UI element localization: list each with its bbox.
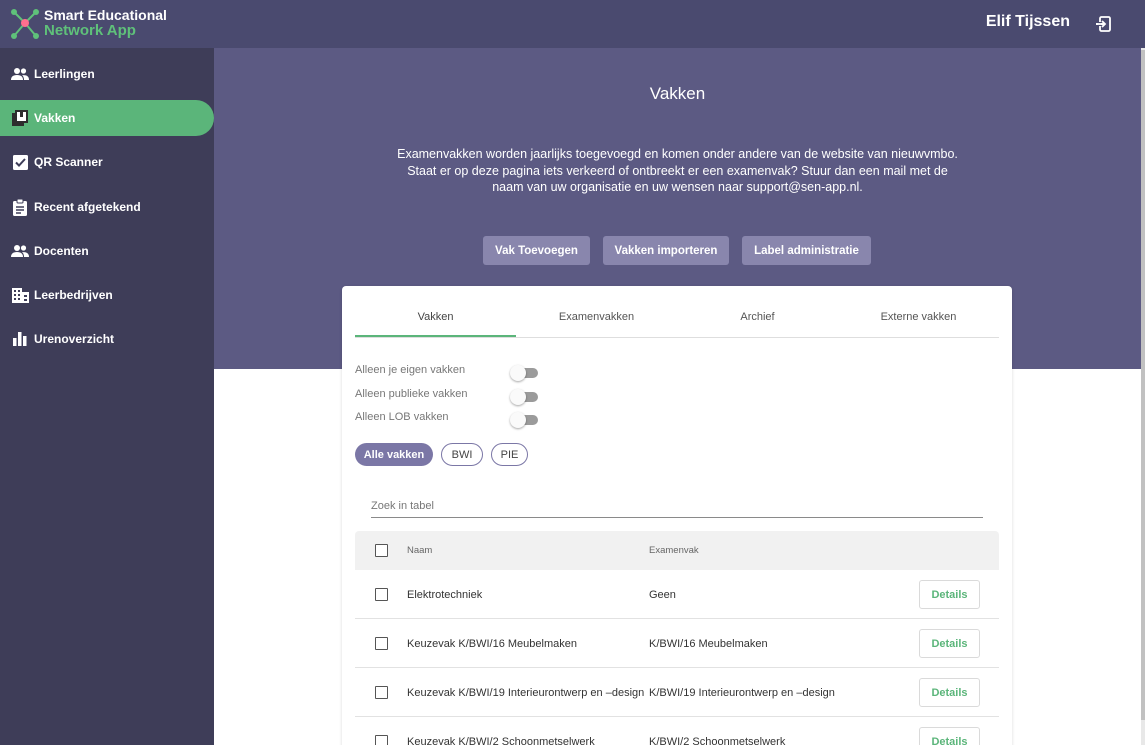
vakken-importeren-button[interactable]: Vakken importeren bbox=[603, 236, 729, 265]
sidebar: Leerlingen Vakken QR Scanner Recent afge… bbox=[0, 48, 214, 745]
sidebar-item-label: Vakken bbox=[34, 111, 76, 125]
row-checkbox[interactable] bbox=[375, 637, 388, 650]
cell-naam: Keuzevak K/BWI/16 Meubelmaken bbox=[407, 638, 577, 650]
sidebar-item-label: Docenten bbox=[34, 244, 89, 258]
search-input[interactable]: Zoek in tabel bbox=[371, 498, 983, 518]
vakken-card: Vakken Examenvakken Archief Externe vakk… bbox=[342, 286, 1012, 745]
row-checkbox[interactable] bbox=[375, 588, 388, 601]
people-icon bbox=[11, 242, 29, 260]
column-header-examenvak[interactable]: Examenvak bbox=[649, 545, 699, 556]
chip-alle-vakken[interactable]: Alle vakken bbox=[355, 443, 433, 466]
chip-bwi[interactable]: BWI bbox=[441, 443, 483, 466]
sidebar-item-docenten[interactable]: Docenten bbox=[0, 233, 214, 269]
sidebar-item-label: Leerlingen bbox=[34, 67, 95, 81]
app-title: Smart Educational Network App bbox=[44, 7, 167, 39]
details-button[interactable]: Details bbox=[919, 580, 980, 609]
user-name: Elif Tijssen bbox=[985, 13, 1070, 30]
cell-examenvak: K/BWI/2 Schoonmetselwerk bbox=[649, 736, 786, 745]
table-header: Naam Examenvak bbox=[355, 531, 999, 570]
table-row: Keuzevak K/BWI/19 Interieurontwerp en –d… bbox=[355, 668, 999, 717]
cell-examenvak: K/BWI/16 Meubelmaken bbox=[649, 638, 768, 650]
filter-publieke-vakken: Alleen publieke vakken bbox=[355, 388, 468, 400]
sidebar-item-leerbedrijven[interactable]: Leerbedrijven bbox=[0, 277, 214, 313]
row-checkbox[interactable] bbox=[375, 686, 388, 699]
sidebar-item-qr-scanner[interactable]: QR Scanner bbox=[0, 144, 214, 180]
details-button[interactable]: Details bbox=[919, 727, 980, 745]
scrollbar-thumb[interactable] bbox=[1141, 50, 1145, 720]
cell-examenvak: Geen bbox=[649, 589, 676, 601]
bar-chart-icon bbox=[11, 330, 29, 348]
filter-label: Alleen LOB vakken bbox=[355, 411, 449, 423]
sidebar-item-urenoverzicht[interactable]: Urenoverzicht bbox=[0, 321, 214, 357]
publieke-vakken-toggle[interactable] bbox=[510, 389, 538, 405]
network-logo-icon bbox=[11, 9, 39, 39]
table-row: Keuzevak K/BWI/16 Meubelmaken K/BWI/16 M… bbox=[355, 619, 999, 668]
app-title-line2: Network App bbox=[44, 22, 136, 39]
label-administratie-button[interactable]: Label administratie bbox=[742, 236, 871, 265]
tab-archief[interactable]: Archief bbox=[677, 304, 838, 337]
details-button[interactable]: Details bbox=[919, 629, 980, 658]
details-button[interactable]: Details bbox=[919, 678, 980, 707]
filter-label: Alleen publieke vakken bbox=[355, 388, 468, 400]
select-all-checkbox[interactable] bbox=[375, 544, 388, 557]
cell-naam: Keuzevak K/BWI/19 Interieurontwerp en –d… bbox=[407, 687, 645, 699]
table-row: Elektrotechniek Geen Details bbox=[355, 570, 999, 619]
clipboard-icon bbox=[11, 198, 29, 216]
tab-externe-vakken[interactable]: Externe vakken bbox=[838, 304, 999, 337]
row-checkbox[interactable] bbox=[375, 735, 388, 745]
sidebar-item-leerlingen[interactable]: Leerlingen bbox=[0, 56, 214, 92]
filter-label: Alleen je eigen vakken bbox=[355, 364, 466, 376]
checklist-icon bbox=[11, 153, 29, 171]
sidebar-item-label: QR Scanner bbox=[34, 155, 103, 169]
app-title-line1: Smart Educational bbox=[44, 7, 167, 23]
filter-eigen-vakken: Alleen je eigen vakken bbox=[355, 364, 465, 376]
cell-naam: Keuzevak K/BWI/2 Schoonmetselwerk bbox=[407, 736, 595, 745]
sidebar-item-label: Urenoverzicht bbox=[34, 332, 115, 346]
page-title: Vakken bbox=[649, 84, 706, 103]
column-header-naam[interactable]: Naam bbox=[407, 545, 432, 556]
logout-icon[interactable] bbox=[1094, 14, 1114, 34]
tab-vakken[interactable]: Vakken bbox=[355, 304, 516, 337]
sidebar-item-label: Recent afgetekend bbox=[34, 200, 141, 214]
cell-naam: Elektrotechniek bbox=[407, 589, 483, 601]
lob-vakken-toggle[interactable] bbox=[510, 412, 538, 428]
vak-toevoegen-button[interactable]: Vak Toevoegen bbox=[483, 236, 590, 265]
building-icon bbox=[11, 286, 29, 304]
top-bar: Smart Educational Network App Elif Tijss… bbox=[0, 0, 1145, 48]
sidebar-item-vakken[interactable]: Vakken bbox=[0, 100, 214, 136]
chip-pie[interactable]: PIE bbox=[491, 443, 528, 466]
sidebar-item-label: Leerbedrijven bbox=[34, 288, 113, 302]
page-description: Examenvakken worden jaarlijks toegevoegd… bbox=[397, 147, 958, 194]
tab-bar: Vakken Examenvakken Archief Externe vakk… bbox=[355, 304, 999, 338]
eigen-vakken-toggle[interactable] bbox=[510, 365, 538, 381]
people-icon bbox=[11, 65, 29, 83]
tab-examenvakken[interactable]: Examenvakken bbox=[516, 304, 677, 337]
table-row: Keuzevak K/BWI/2 Schoonmetselwerk K/BWI/… bbox=[355, 717, 999, 745]
library-books-icon bbox=[11, 109, 29, 127]
sidebar-item-recent-afgetekend[interactable]: Recent afgetekend bbox=[0, 189, 214, 225]
filter-lob-vakken: Alleen LOB vakken bbox=[355, 411, 449, 423]
cell-examenvak: K/BWI/19 Interieurontwerp en –design bbox=[649, 687, 835, 699]
